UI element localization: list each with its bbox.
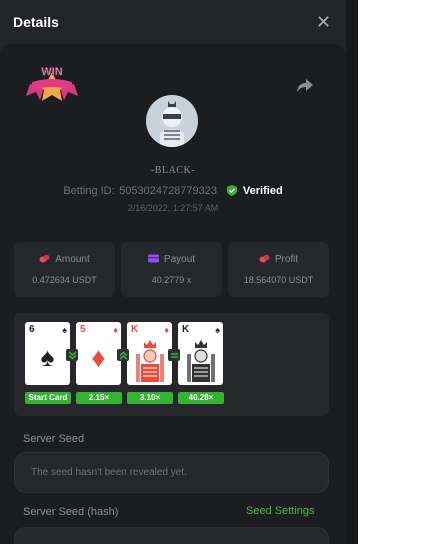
equal-icon <box>168 349 180 361</box>
diamond-icon: ♦ <box>91 342 106 373</box>
playing-card: K ♠ <box>178 322 223 385</box>
shield-check-icon <box>227 185 238 196</box>
win-badge: WIN <box>26 66 78 101</box>
details-dialog: Details ✕ WIN -BLACK- Betting ID: 505302… <box>0 0 346 544</box>
dialog-header: Details ✕ <box>0 0 346 44</box>
win-badge-text: WIN <box>41 66 62 78</box>
card-rank: K <box>131 324 139 335</box>
king-figure-icon <box>186 340 215 382</box>
coins-icon <box>39 254 50 263</box>
betting-id-value: 5053024728779323 <box>119 185 218 197</box>
server-seed-label: Server Seed <box>23 433 85 445</box>
playing-card: 6 ♠ ♠ <box>25 322 70 385</box>
profit-label: Profit <box>274 254 299 265</box>
server-seed-field[interactable]: The seed hasn't been revealed yet. <box>14 452 329 493</box>
coins-icon <box>259 254 270 263</box>
lower-arrow-icon <box>66 349 78 361</box>
spade-icon: ♠ <box>62 325 67 335</box>
avatar-image <box>146 95 198 147</box>
king-figure-icon <box>135 340 164 382</box>
close-icon[interactable]: ✕ <box>316 13 331 31</box>
profit-value: 18.564070 USDT <box>243 275 314 285</box>
multiplier-tag: 2.15× <box>76 392 122 404</box>
amount-label: Amount <box>55 254 90 265</box>
server-seed-value: The seed hasn't been revealed yet. <box>31 467 187 478</box>
higher-arrow-icon <box>117 349 129 361</box>
diamond-icon: ♦ <box>113 325 118 335</box>
username: -BLACK- <box>150 165 196 176</box>
card-rank: 6 <box>29 324 35 335</box>
server-seed-hash-label: Server Seed (hash) <box>23 506 119 518</box>
avatar <box>146 95 198 147</box>
share-icon[interactable] <box>296 77 314 93</box>
amount-stat: Amount 0.472634 USDT <box>14 242 115 297</box>
betting-id-label: Betting ID: <box>63 185 115 197</box>
profit-stat: Profit 18.564070 USDT <box>228 242 329 297</box>
server-seed-hash-field[interactable] <box>14 527 329 544</box>
multiplier-tag: 3.10× <box>127 392 173 404</box>
playing-card: 5 ♦ ♦ <box>76 322 121 385</box>
spade-icon: ♠ <box>40 342 55 372</box>
start-card-tag: Start Card <box>25 392 71 404</box>
bet-date: 2/16/2022, 1:27:57 AM <box>127 203 219 213</box>
card-rank: K <box>182 324 190 335</box>
seed-settings-link[interactable]: Seed Settings <box>246 505 315 517</box>
payout-value: 40.2779 x <box>151 275 192 285</box>
wallet-icon <box>147 254 159 263</box>
spade-icon: ♠ <box>215 325 220 335</box>
diamond-icon: ♦ <box>164 325 169 335</box>
card-rank: 5 <box>80 324 86 335</box>
dialog-title: Details <box>13 14 59 30</box>
payout-stat: Payout 40.2779 x <box>121 242 222 297</box>
playing-card: K ♦ <box>127 322 172 385</box>
multiplier-tag: 40.28× <box>178 392 224 404</box>
payout-label: Payout <box>163 254 196 265</box>
betting-id-row: Betting ID: 5053024728779323 Verified <box>0 181 346 199</box>
verified-label: Verified <box>242 185 283 197</box>
amount-value: 0.472634 USDT <box>32 275 97 285</box>
